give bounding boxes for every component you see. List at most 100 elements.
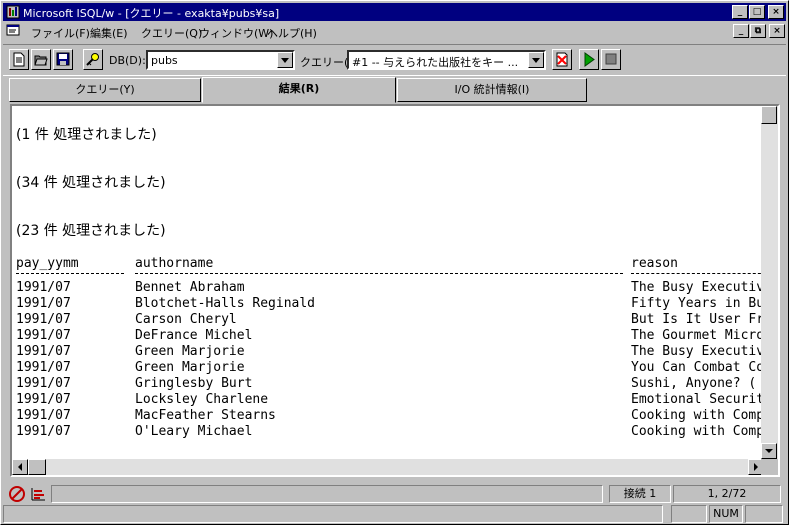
menu-query[interactable]: クエリー(Q): [141, 25, 202, 41]
status-empty-panel: [745, 505, 783, 523]
query-select-value: #1 -- 与えられた出版社をキー ...: [352, 56, 519, 69]
save-disk-icon: [56, 52, 70, 66]
table-cell: Sushi, Anyone? (: [631, 376, 757, 391]
bar-chart-icon[interactable]: [29, 485, 47, 503]
table-cell: Carson Cheryl: [135, 312, 237, 327]
menu-file[interactable]: ファイル(F): [31, 25, 90, 41]
table-cell: The Gourmet Micro: [631, 328, 762, 343]
cancel-execution-button[interactable]: [601, 49, 621, 70]
app-window: Microsoft ISQL/w - [クエリー - exakta¥pubs¥s…: [0, 0, 789, 525]
connect-button[interactable]: [83, 49, 103, 70]
table-cell: Green Marjorie: [135, 344, 245, 359]
table-cell: Cooking with Comp: [631, 408, 762, 423]
status-bar: 接続 1 1, 2/72: [3, 483, 786, 505]
close-button[interactable]: ×: [768, 5, 784, 19]
mdi-close-button[interactable]: ×: [769, 24, 785, 38]
table-cell: 1991/07: [16, 392, 71, 407]
table-cell: 1991/07: [16, 424, 71, 439]
delete-query-icon: [556, 52, 568, 67]
cursor-position: 1, 2/72: [673, 485, 781, 503]
table-cell: Gringlesby Burt: [135, 376, 253, 391]
table-cell: 1991/07: [16, 408, 71, 423]
tab-results[interactable]: 結果(R): [202, 77, 396, 103]
menu-help[interactable]: ヘルプ(H): [267, 25, 317, 41]
open-button[interactable]: [31, 49, 51, 70]
column-header-pay-yymm: pay_yymm: [16, 256, 79, 271]
table-cell: 1991/07: [16, 312, 71, 327]
db-select-value: pubs: [151, 54, 178, 67]
scroll-thumb[interactable]: [761, 106, 777, 124]
query-select[interactable]: #1 -- 与えられた出版社をキー ...: [347, 50, 546, 70]
db-label: DB(D):: [109, 54, 146, 67]
table-cell: 1991/07: [16, 280, 71, 295]
stop-icon: [605, 53, 617, 65]
results-text[interactable]: (1 件 処理されました) (34 件 処理されました) (23 件 処理されま…: [14, 106, 762, 459]
toolbar: DB(D): pubs クエリー(U): #1 -- 与えられた出版社をキー .…: [3, 44, 786, 76]
column-header-reason: reason: [631, 256, 678, 271]
scroll-left-button[interactable]: [12, 459, 28, 475]
table-cell: Emotional Securit: [631, 392, 762, 407]
menu-edit[interactable]: 編集(E): [90, 25, 128, 41]
status-text-panel: [3, 505, 663, 523]
isql-app-icon: [6, 5, 20, 19]
table-cell: Cooking with Comp: [631, 424, 762, 439]
status-message-panel: [51, 485, 603, 503]
tab-strip: クエリー(Y) 結果(R) I/O 統計情報(I): [9, 77, 789, 103]
table-cell: Blotchet-Halls Reginald: [135, 296, 316, 311]
result-message: (1 件 処理されました): [16, 127, 157, 143]
table-cell: 1991/07: [16, 360, 71, 375]
column-separator: [16, 273, 124, 274]
table-cell: But Is It User Fr: [631, 312, 762, 327]
open-folder-icon: [34, 55, 48, 66]
result-message: (34 件 処理されました): [16, 175, 166, 191]
vertical-scrollbar[interactable]: [761, 106, 778, 459]
db-dropdown-button[interactable]: [277, 52, 293, 68]
table-cell: DeFrance Michel: [135, 328, 253, 343]
key-icon: [86, 53, 99, 66]
connection-status: 接続 1: [609, 485, 671, 503]
arrow-down-icon: [765, 449, 773, 453]
table-cell: You Can Combat Co: [631, 360, 762, 375]
table-cell: Fifty Years in Bu: [631, 296, 762, 311]
scroll-down-button[interactable]: [761, 443, 777, 459]
result-message: (23 件 処理されました): [16, 223, 166, 239]
mdi-restore-button[interactable]: ⧉: [750, 24, 766, 38]
table-cell: Green Marjorie: [135, 360, 245, 375]
query-dropdown-button[interactable]: [528, 52, 544, 68]
child-window-icon[interactable]: [6, 24, 22, 39]
save-button[interactable]: [53, 49, 73, 70]
tab-query[interactable]: クエリー(Y): [9, 78, 201, 102]
table-cell: 1991/07: [16, 344, 71, 359]
chevron-down-icon: [532, 58, 540, 63]
stop-sign-icon[interactable]: [8, 485, 26, 503]
table-cell: Bennet Abraham: [135, 280, 245, 295]
minimize-button[interactable]: _: [732, 5, 748, 19]
title-bar[interactable]: Microsoft ISQL/w - [クエリー - exakta¥pubs¥s…: [3, 3, 786, 21]
table-cell: 1991/07: [16, 296, 71, 311]
status-bar-secondary: NUM: [3, 505, 786, 523]
scroll-corner: [761, 459, 778, 475]
mdi-minimize-button[interactable]: _: [733, 24, 749, 38]
table-cell: MacFeather Stearns: [135, 408, 276, 423]
table-cell: Locksley Charlene: [135, 392, 269, 407]
maximize-button[interactable]: □: [749, 5, 765, 19]
status-empty-panel: [671, 505, 707, 523]
menu-window[interactable]: ウィンドウ(W): [199, 25, 273, 41]
table-cell: The Busy Executiv: [631, 280, 762, 295]
new-query-button[interactable]: [9, 49, 29, 70]
results-pane[interactable]: (1 件 処理されました) (34 件 処理されました) (23 件 処理されま…: [10, 104, 780, 477]
table-cell: The Busy Executiv: [631, 344, 762, 359]
column-separator: [135, 273, 623, 274]
arrow-left-icon: [18, 463, 22, 471]
db-select[interactable]: pubs: [146, 50, 295, 70]
horizontal-scrollbar[interactable]: [12, 459, 764, 475]
tab-io-statistics[interactable]: I/O 統計情報(I): [397, 78, 587, 102]
new-document-icon: [13, 52, 25, 67]
window-title: Microsoft ISQL/w - [クエリー - exakta¥pubs¥s…: [23, 7, 280, 20]
num-lock-indicator: NUM: [709, 505, 743, 523]
column-separator: [631, 273, 762, 274]
column-header-authorname: authorname: [135, 256, 214, 271]
hscroll-thumb[interactable]: [28, 459, 46, 475]
execute-button[interactable]: [579, 49, 599, 70]
remove-query-button[interactable]: [552, 49, 572, 70]
